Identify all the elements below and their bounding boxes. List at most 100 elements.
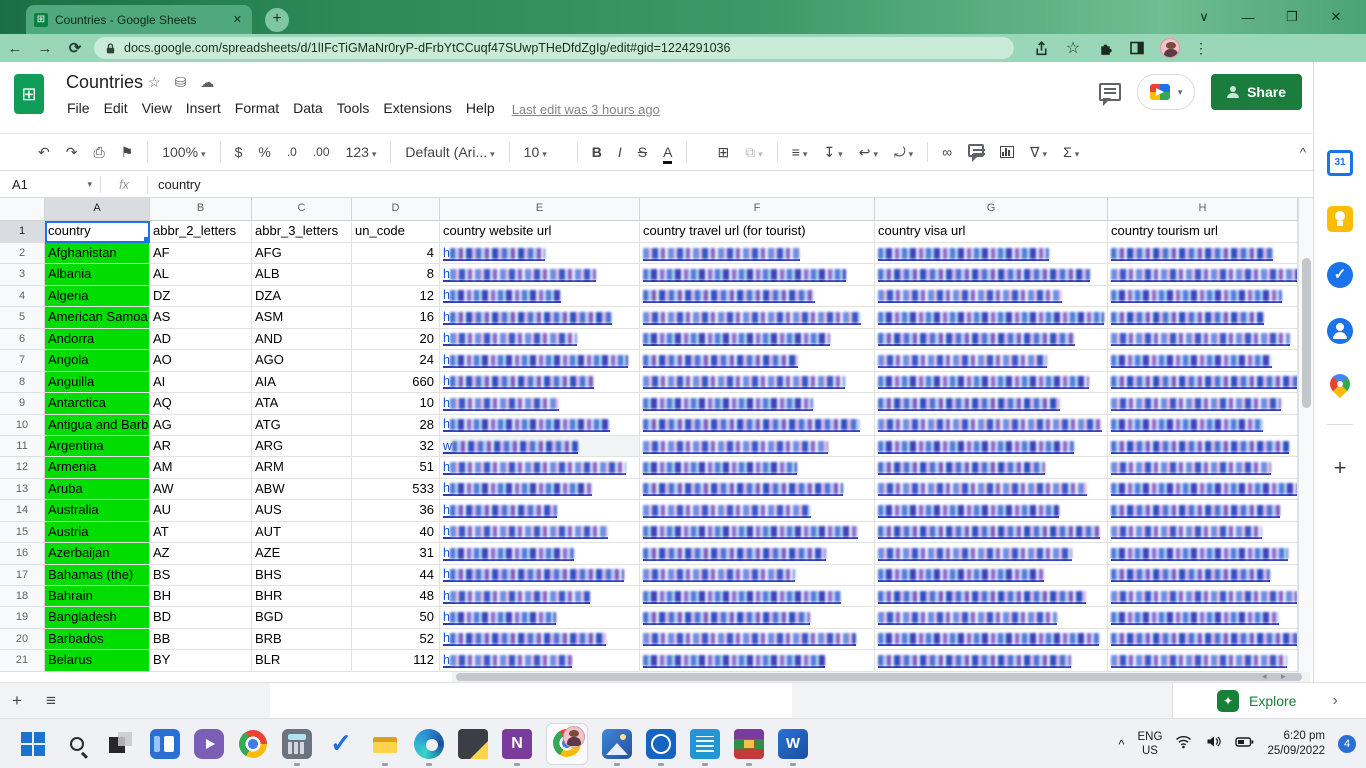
- selected-cell-a1[interactable]: country: [45, 221, 150, 243]
- row-header-13[interactable]: 13: [0, 478, 45, 501]
- row-header-1[interactable]: 1: [0, 221, 45, 243]
- cell-url-redacted[interactable]: [640, 628, 875, 651]
- cell[interactable]: AM: [150, 457, 252, 479]
- last-edit-link[interactable]: Last edit was 3 hours ago: [512, 102, 660, 117]
- cell[interactable]: AO: [150, 350, 252, 372]
- start-icon[interactable]: [18, 729, 48, 759]
- notepad-icon[interactable]: [690, 728, 720, 766]
- maps-icon[interactable]: [1325, 369, 1355, 399]
- row-header-2[interactable]: 2: [0, 243, 45, 265]
- cell-country[interactable]: Anguilla: [45, 371, 150, 394]
- cell-url-redacted[interactable]: [875, 564, 1108, 586]
- cell-url-redacted[interactable]: h: [440, 543, 640, 565]
- hide-menus-icon[interactable]: ^: [1300, 145, 1306, 160]
- borders-icon[interactable]: ⊞: [709, 144, 737, 161]
- cell-url-redacted[interactable]: [1108, 457, 1298, 479]
- row-header-8[interactable]: 8: [0, 371, 45, 394]
- cell-url-redacted[interactable]: [875, 264, 1108, 286]
- clock-icon[interactable]: [646, 728, 676, 766]
- cell-url-redacted[interactable]: [875, 414, 1108, 436]
- cell[interactable]: BGD: [252, 607, 352, 629]
- row-header-12[interactable]: 12: [0, 457, 45, 479]
- redo-icon[interactable]: ↷: [58, 144, 86, 161]
- cell[interactable]: 12: [352, 285, 440, 308]
- grid-corner[interactable]: [0, 198, 45, 221]
- cell[interactable]: BS: [150, 564, 252, 586]
- currency-icon[interactable]: $: [227, 144, 251, 160]
- cell-url-redacted[interactable]: [875, 393, 1108, 415]
- cell-country[interactable]: Angola: [45, 350, 150, 372]
- tab-search-icon[interactable]: ∨: [1182, 9, 1226, 25]
- cell-country[interactable]: Argentina: [45, 435, 150, 458]
- cell-url-redacted[interactable]: [875, 243, 1108, 265]
- cell-url-redacted[interactable]: [1108, 478, 1298, 501]
- forward-icon[interactable]: →: [30, 40, 60, 57]
- cell[interactable]: AU: [150, 500, 252, 522]
- horizontal-align-icon[interactable]: ≡ ▾: [784, 144, 816, 160]
- url-input[interactable]: docs.google.com/spreadsheets/d/1lIFcTiGM…: [94, 37, 1014, 59]
- column-header-C[interactable]: C: [252, 198, 352, 221]
- browser-menu-icon[interactable]: ⋮: [1194, 40, 1208, 57]
- volume-icon[interactable]: [1205, 734, 1222, 754]
- menu-data[interactable]: Data: [286, 96, 330, 120]
- cell[interactable]: AQ: [150, 393, 252, 415]
- row-header-7[interactable]: 7: [0, 350, 45, 372]
- cell-url-redacted[interactable]: [1108, 328, 1298, 351]
- browser-profile-avatar[interactable]: [1160, 38, 1180, 58]
- cell-url-redacted[interactable]: [1108, 285, 1298, 308]
- cell-country[interactable]: Australia: [45, 500, 150, 522]
- cell-url-redacted[interactable]: [640, 521, 875, 544]
- vertical-scrollbar-thumb[interactable]: [1302, 258, 1311, 408]
- create-filter-icon[interactable]: ∇ ▾: [1022, 144, 1055, 161]
- menu-format[interactable]: Format: [228, 96, 286, 120]
- wifi-icon[interactable]: [1175, 734, 1192, 754]
- cell[interactable]: BHS: [252, 564, 352, 586]
- scrollbar-arrows[interactable]: ◂ ▸: [1262, 671, 1292, 682]
- cell[interactable]: BH: [150, 586, 252, 608]
- cell-url-redacted[interactable]: [640, 457, 875, 479]
- cell-url-redacted[interactable]: [875, 457, 1108, 479]
- cell[interactable]: country travel url (for tourist): [640, 221, 875, 243]
- sheets-logo[interactable]: ⊞: [14, 74, 44, 114]
- contacts-icon[interactable]: [1327, 318, 1353, 344]
- cell[interactable]: BB: [150, 628, 252, 651]
- cell-url-redacted[interactable]: [1108, 393, 1298, 415]
- cell-url-redacted[interactable]: [1108, 243, 1298, 265]
- row-header-6[interactable]: 6: [0, 328, 45, 351]
- column-header-H[interactable]: H: [1108, 198, 1298, 221]
- cell[interactable]: 40: [352, 521, 440, 544]
- cell-url-redacted[interactable]: [640, 650, 875, 672]
- cell[interactable]: country website url: [440, 221, 640, 243]
- font-size-select[interactable]: 10 ▾: [516, 144, 571, 160]
- move-folder-icon[interactable]: ⛁: [175, 74, 187, 91]
- cell-country[interactable]: Austria: [45, 521, 150, 544]
- bold-icon[interactable]: B: [584, 144, 610, 160]
- cell-url-redacted[interactable]: [640, 350, 875, 372]
- active-sheet-tab[interactable]: [270, 683, 792, 719]
- cell-url-redacted[interactable]: [1108, 521, 1298, 544]
- cell[interactable]: 112: [352, 650, 440, 672]
- column-header-D[interactable]: D: [352, 198, 440, 221]
- cell[interactable]: 10: [352, 393, 440, 415]
- cell-country[interactable]: Antarctica: [45, 393, 150, 415]
- photos-icon[interactable]: [602, 728, 632, 766]
- cell-url-redacted[interactable]: [1108, 264, 1298, 286]
- cell-url-redacted[interactable]: [875, 586, 1108, 608]
- cell[interactable]: 20: [352, 328, 440, 351]
- cell-country[interactable]: Antigua and Barbuda: [45, 414, 150, 436]
- cell[interactable]: AT: [150, 521, 252, 544]
- todo-icon[interactable]: ✓: [326, 728, 356, 759]
- cell-url-redacted[interactable]: h: [440, 243, 640, 265]
- hidden-icons-chevron[interactable]: ^: [1118, 737, 1124, 752]
- cell-url-redacted[interactable]: [640, 435, 875, 458]
- cell-url-redacted[interactable]: [640, 307, 875, 329]
- cell[interactable]: AI: [150, 371, 252, 394]
- undo-icon[interactable]: ↶: [30, 144, 58, 161]
- cell-url-redacted[interactable]: h: [440, 607, 640, 629]
- collapse-panel-icon[interactable]: ›: [1332, 692, 1337, 710]
- tasks-icon[interactable]: ✓: [1327, 262, 1353, 288]
- new-tab-button[interactable]: +: [265, 8, 289, 32]
- cell[interactable]: AS: [150, 307, 252, 329]
- cell[interactable]: abbr_2_letters: [150, 221, 252, 243]
- cell-url-redacted[interactable]: [875, 371, 1108, 394]
